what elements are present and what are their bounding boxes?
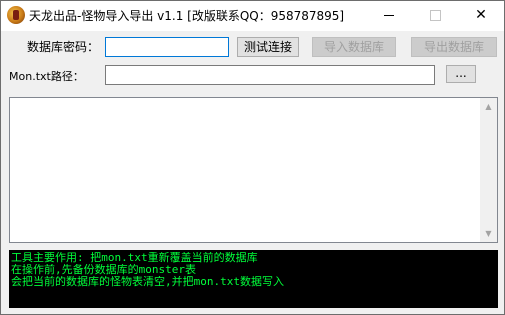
log-line: 在操作前,先备份数据库的monster表 bbox=[11, 264, 196, 276]
mon-path-label: Mon.txt路径： bbox=[9, 70, 84, 83]
scroll-down-arrow-icon[interactable]: ▼ bbox=[480, 225, 497, 242]
minimize-icon bbox=[384, 15, 394, 16]
minimize-button[interactable] bbox=[366, 1, 412, 31]
app-logo-icon bbox=[7, 6, 25, 24]
output-textarea[interactable]: ▲ ▼ bbox=[9, 97, 498, 243]
scroll-up-arrow-icon[interactable]: ▲ bbox=[480, 98, 497, 115]
window-title: 天龙出品-怪物导入导出 v1.1 [改版联系QQ：958787895] bbox=[29, 9, 345, 23]
db-password-label: 数据库密码： bbox=[27, 40, 100, 54]
maximize-icon bbox=[430, 10, 441, 21]
db-password-input[interactable] bbox=[105, 37, 229, 57]
close-button[interactable]: ✕ bbox=[458, 1, 504, 31]
vertical-scrollbar[interactable]: ▲ ▼ bbox=[480, 98, 497, 242]
test-connection-button[interactable]: 测试连接 bbox=[237, 37, 299, 57]
log-line: 工具主要作用: 把mon.txt重新覆盖当前的数据库 bbox=[11, 252, 258, 264]
mon-path-input[interactable] bbox=[105, 65, 435, 85]
log-line: 会把当前的数据库的怪物表清空,并把mon.txt数据写入 bbox=[11, 276, 284, 288]
info-log-panel: 工具主要作用: 把mon.txt重新覆盖当前的数据库 在操作前,先备份数据库的m… bbox=[9, 250, 498, 308]
close-icon: ✕ bbox=[475, 7, 487, 23]
title-bar[interactable]: 天龙出品-怪物导入导出 v1.1 [改版联系QQ：958787895] ✕ bbox=[1, 1, 504, 31]
export-db-button: 导出数据库 bbox=[411, 37, 497, 57]
browse-button[interactable]: ... bbox=[446, 65, 476, 83]
maximize-button bbox=[412, 1, 458, 31]
app-window: 天龙出品-怪物导入导出 v1.1 [改版联系QQ：958787895] ✕ 数据… bbox=[0, 0, 505, 315]
import-db-button: 导入数据库 bbox=[312, 37, 396, 57]
